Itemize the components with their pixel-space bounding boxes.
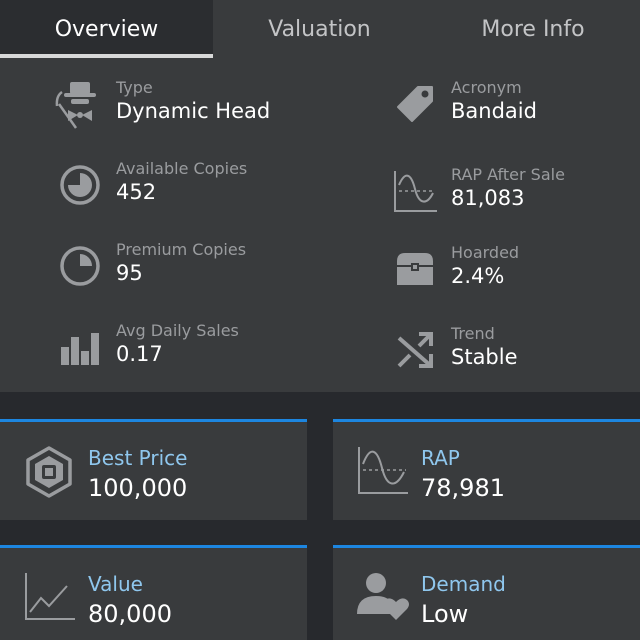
info-label: Type [116,78,153,97]
info-value: Bandaid [451,99,537,123]
treasure-chest-icon [387,241,443,297]
card-value: Low [421,600,469,628]
tag-icon [387,76,443,132]
card-label: RAP [421,446,460,470]
pie-chart-icon [52,157,108,213]
info-value: Stable [451,345,518,369]
info-label: Hoarded [451,243,520,262]
info-value: 81,083 [451,186,525,210]
tab-valuation[interactable]: Valuation [213,0,426,58]
best-price-card[interactable]: Best Price 100,000 [0,419,307,520]
info-value: 0.17 [116,342,163,366]
info-value: 95 [116,261,143,285]
quarter-pie-icon [52,238,108,294]
hat-disguise-icon [52,76,108,132]
info-label: Available Copies [116,159,248,178]
value-card[interactable]: Value 80,000 [0,545,307,640]
card-value: 80,000 [88,600,172,628]
info-label: Premium Copies [116,240,247,259]
wave-chart-icon [387,163,443,219]
card-label: Demand [421,572,506,596]
info-value: Dynamic Head [116,99,271,123]
info-label: Acronym [451,78,522,97]
card-accent-bar [333,419,640,422]
rap-card[interactable]: RAP 78,981 [333,419,640,520]
tab-more-info[interactable]: More Info [426,0,640,58]
robux-icon [20,443,78,501]
card-accent-bar [0,545,307,548]
card-accent-bar [0,419,307,422]
tab-overview[interactable]: Overview [0,0,213,58]
user-heart-icon [353,567,411,625]
info-label: Trend [451,324,495,343]
info-label: Avg Daily Sales [116,321,239,340]
demand-card[interactable]: Demand Low [333,545,640,640]
info-label: RAP After Sale [451,165,565,184]
shuffle-icon [387,322,443,378]
card-accent-bar [333,545,640,548]
card-label: Value [88,572,143,596]
card-value: 78,981 [421,474,505,502]
info-value: 452 [116,180,157,204]
bar-chart-icon [52,319,108,375]
overview-panel: Type Dynamic Head Acronym Bandaid Availa… [0,58,640,392]
tab-bar: Overview Valuation More Info [0,0,640,58]
line-chart-icon [20,567,78,625]
wave-chart-icon [353,441,411,499]
card-label: Best Price [88,446,188,470]
info-value: 2.4% [451,264,505,288]
card-value: 100,000 [88,474,188,502]
